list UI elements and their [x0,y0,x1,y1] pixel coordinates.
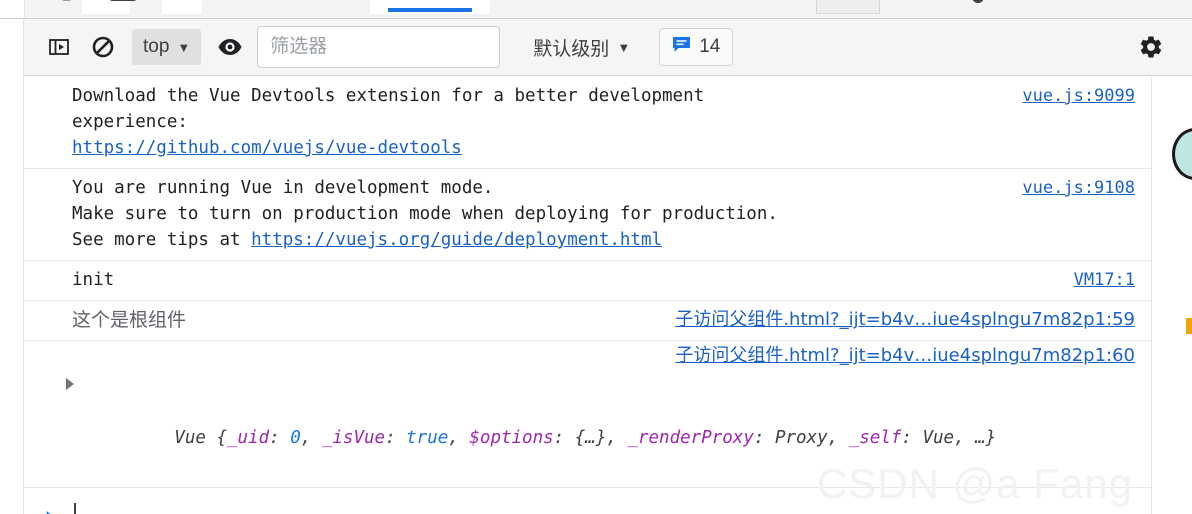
console-message-text: You are running Vue in development mode.… [72,175,1135,253]
tab-ghost-elements[interactable] [82,0,130,14]
page-content-marker [1186,318,1192,334]
console-message-text: init [72,270,115,290]
object-preview[interactable]: Vue {_uid: 0, _isVue: true, $options: {…… [66,371,1135,479]
execution-context-selector[interactable]: top ▼ [132,29,202,65]
eye-icon [217,37,243,57]
message-source-link[interactable]: 子访问父组件.html?_ijt=b4v…iue4splngu7m82p1:60 [675,343,1135,369]
chevron-down-icon: ▼ [617,39,631,55]
chevron-down-icon: ▼ [177,39,191,55]
gear-icon [1138,34,1164,60]
tab-ghost-network[interactable] [162,0,202,14]
console-settings-button[interactable] [1132,30,1170,64]
console-toolbar-left-rail [0,19,24,77]
message-source-link[interactable]: VM17:1 [1074,267,1135,293]
log-level-selector[interactable]: 默认级别 ▼ [522,29,641,65]
message-line-2: experience: [72,112,188,132]
object-preview-text: Vue {_uid: 0, _isVue: true, $options: {…… [174,428,997,448]
message-count-badge[interactable]: 14 [659,28,734,66]
search-input[interactable] [268,35,490,59]
tab-ghost-extra[interactable] [816,0,880,14]
vue-deployment-guide-link[interactable]: https://vuejs.org/guide/deployment.html [251,230,662,250]
log-level-label: 默认级别 [533,38,610,60]
execution-context-label: top [143,36,170,57]
console-message-row[interactable]: 子访问父组件.html?_ijt=b4v…iue4splngu7m82p1:60… [24,341,1151,488]
vue-devtools-link[interactable]: https://github.com/vuejs/vue-devtools [72,138,462,158]
message-count-label: 14 [699,36,721,57]
inspect-icon[interactable] [62,0,71,1]
console-prompt-row[interactable]: › [24,488,1151,514]
console-message-list: Download the Vue Devtools extension for … [24,77,1152,514]
console-message-row[interactable]: Download the Vue Devtools extension for … [24,77,1151,169]
devtools-tab-strip [0,0,1192,19]
tab-strip-left-gap [0,0,25,18]
live-expression-button[interactable] [211,30,249,64]
message-source-link[interactable]: vue.js:9108 [1022,175,1135,201]
sidebar-panel-icon [47,35,71,59]
console-message-row[interactable]: You are running Vue in development mode.… [24,169,1151,261]
sidebar-toggle-button[interactable] [40,30,78,64]
console-message-row[interactable]: 这个是根组件 子访问父组件.html?_ijt=b4v…iue4splngu7m… [24,301,1151,341]
message-source-link[interactable]: vue.js:9099 [1022,83,1135,109]
console-left-rail [0,77,24,514]
console-filter[interactable] [257,26,501,68]
console-toolbar: top ▼ 默认级别 ▼ [24,19,1192,76]
message-line-3-prefix: See more tips at [72,230,252,250]
console-prompt-input[interactable] [73,503,1151,514]
clear-console-button[interactable] [84,30,122,64]
message-line-1: Download the Vue Devtools extension for … [72,86,705,106]
console-message-row[interactable]: init VM17:1 [24,261,1151,301]
expand-triangle-icon[interactable] [66,378,74,390]
message-bubble-icon [672,36,691,59]
no-entry-icon [91,35,115,59]
device-toolbar-icon[interactable] [110,0,136,1]
close-devtools-icon[interactable] [972,0,984,3]
devtools-console-panel: top ▼ 默认级别 ▼ [0,0,1192,514]
message-line-2: Make sure to turn on production mode whe… [72,204,778,224]
active-tab-underline [388,8,472,12]
message-source-link[interactable]: 子访问父组件.html?_ijt=b4v…iue4splngu7m82p1:59 [675,307,1135,333]
text-caret [73,503,76,514]
message-line-1: You are running Vue in development mode. [72,178,494,198]
console-message-text: Download the Vue Devtools extension for … [72,83,1135,161]
prompt-arrow-icon: › [42,504,56,514]
